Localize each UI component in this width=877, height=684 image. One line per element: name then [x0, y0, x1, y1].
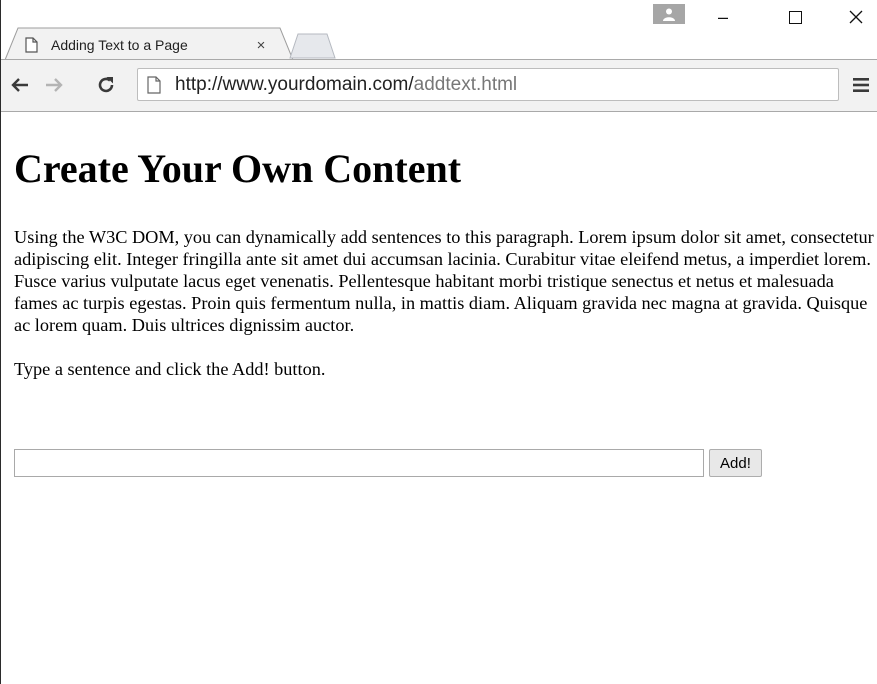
page-icon [25, 37, 39, 53]
tab-close-icon[interactable]: × [251, 37, 271, 54]
back-arrow-icon [11, 78, 28, 92]
profile-avatar-icon[interactable] [653, 4, 685, 24]
maximize-icon [788, 10, 802, 24]
tab-active[interactable]: Adding Text to a Page × [25, 30, 281, 60]
back-button[interactable] [7, 72, 33, 98]
url-text: http://www.yourdomain.com/addtext.html [175, 74, 517, 96]
reload-button[interactable] [93, 72, 119, 98]
tab-title: Adding Text to a Page [51, 37, 188, 53]
content-paragraph: Using the W3C DOM, you can dynamically a… [14, 227, 874, 335]
add-sentence-form: Add! [14, 449, 762, 477]
forward-arrow-icon [46, 78, 63, 92]
page-title: Create Your Own Content [14, 146, 462, 191]
close-icon [849, 10, 863, 24]
reload-icon [98, 77, 114, 93]
url-host: http://www.yourdomain.com/ [175, 73, 414, 95]
add-button[interactable]: Add! [709, 449, 762, 477]
new-tab-button[interactable] [289, 33, 337, 59]
browser-window: Adding Text to a Page × – http://www.you… [0, 0, 877, 684]
tab-strip: Adding Text to a Page × – [1, 0, 877, 61]
minimize-icon: – [717, 6, 728, 27]
maximize-button[interactable] [770, 2, 820, 32]
url-path: addtext.html [413, 73, 518, 95]
address-bar[interactable]: http://www.yourdomain.com/addtext.html [137, 68, 839, 101]
browser-toolbar: http://www.yourdomain.com/addtext.html [1, 59, 877, 112]
sentence-input[interactable] [14, 449, 704, 477]
menu-icon[interactable] [851, 74, 871, 96]
instructions-text: Type a sentence and click the Add! butto… [14, 359, 326, 379]
close-button[interactable] [831, 2, 877, 32]
page-icon [147, 75, 165, 95]
forward-button[interactable] [41, 72, 67, 98]
minimize-button[interactable]: – [698, 2, 748, 32]
page-content: Create Your Own Content Using the W3C DO… [14, 112, 877, 477]
